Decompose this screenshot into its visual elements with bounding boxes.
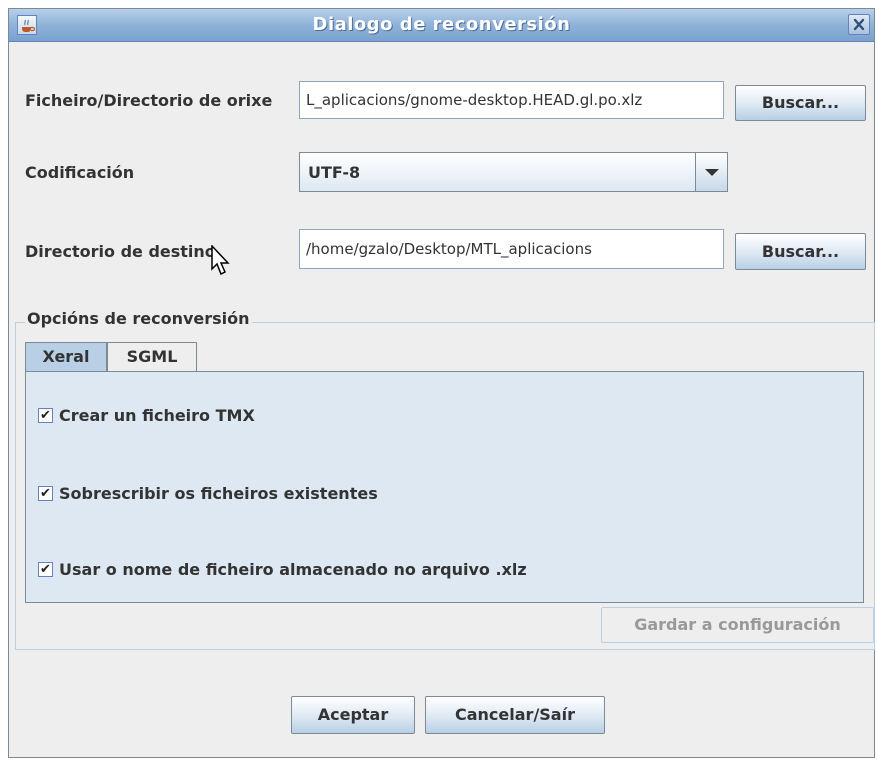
checkbox-create-tmx[interactable]: ✔ Crear un ficheiro TMX — [38, 406, 255, 425]
checkbox-overwrite-files-box[interactable]: ✔ — [38, 486, 53, 501]
tab-panel-xeral: ✔ Crear un ficheiro TMX ✔ Sobrescribir o… — [25, 371, 864, 603]
accept-button[interactable]: Aceptar — [291, 696, 415, 734]
save-config-button[interactable]: Gardar a configuración — [601, 607, 874, 643]
window-title: Dialogo de reconversión — [312, 14, 571, 35]
checkbox-use-stored-filename-box[interactable]: ✔ — [38, 562, 53, 577]
options-group-title: Opcións de reconversión — [25, 309, 252, 328]
close-icon — [853, 18, 865, 31]
destination-label: Directorio de destino — [25, 242, 216, 261]
source-browse-button[interactable]: Buscar... — [735, 85, 866, 121]
source-path-field[interactable]: L_aplicacions/gnome-desktop.HEAD.gl.po.x… — [299, 81, 724, 119]
tab-sgml[interactable]: SGML — [107, 342, 197, 372]
tab-xeral[interactable]: Xeral — [25, 342, 107, 372]
checkbox-create-tmx-label: Crear un ficheiro TMX — [59, 406, 255, 425]
cancel-exit-button[interactable]: Cancelar/Saír — [425, 696, 605, 734]
destination-path-field[interactable]: /home/gzalo/Desktop/MTL_aplicacions — [299, 229, 724, 269]
checkbox-use-stored-filename[interactable]: ✔ Usar o nome de ficheiro almacenado no … — [38, 560, 527, 579]
source-label: Ficheiro/Directorio de orixe — [25, 91, 273, 110]
close-button[interactable] — [848, 14, 870, 35]
checkbox-overwrite-files-label: Sobrescribir os ficheiros existentes — [59, 484, 378, 503]
destination-browse-button[interactable]: Buscar... — [735, 233, 866, 270]
title-bar[interactable]: Dialogo de reconversión — [9, 9, 874, 42]
encoding-dropdown-button[interactable] — [695, 153, 727, 191]
encoding-label: Codificación — [25, 163, 135, 182]
checkbox-overwrite-files[interactable]: ✔ Sobrescribir os ficheiros existentes — [38, 484, 378, 503]
chevron-down-icon — [705, 169, 719, 176]
reconversion-dialog: Dialogo de reconversión Ficheiro/Directo… — [8, 8, 875, 758]
encoding-select[interactable]: UTF-8 — [299, 152, 728, 192]
mouse-pointer-icon — [211, 245, 230, 276]
encoding-selected-value: UTF-8 — [308, 163, 361, 182]
checkbox-create-tmx-box[interactable]: ✔ — [38, 408, 53, 423]
checkbox-use-stored-filename-label: Usar o nome de ficheiro almacenado no ar… — [59, 560, 527, 579]
